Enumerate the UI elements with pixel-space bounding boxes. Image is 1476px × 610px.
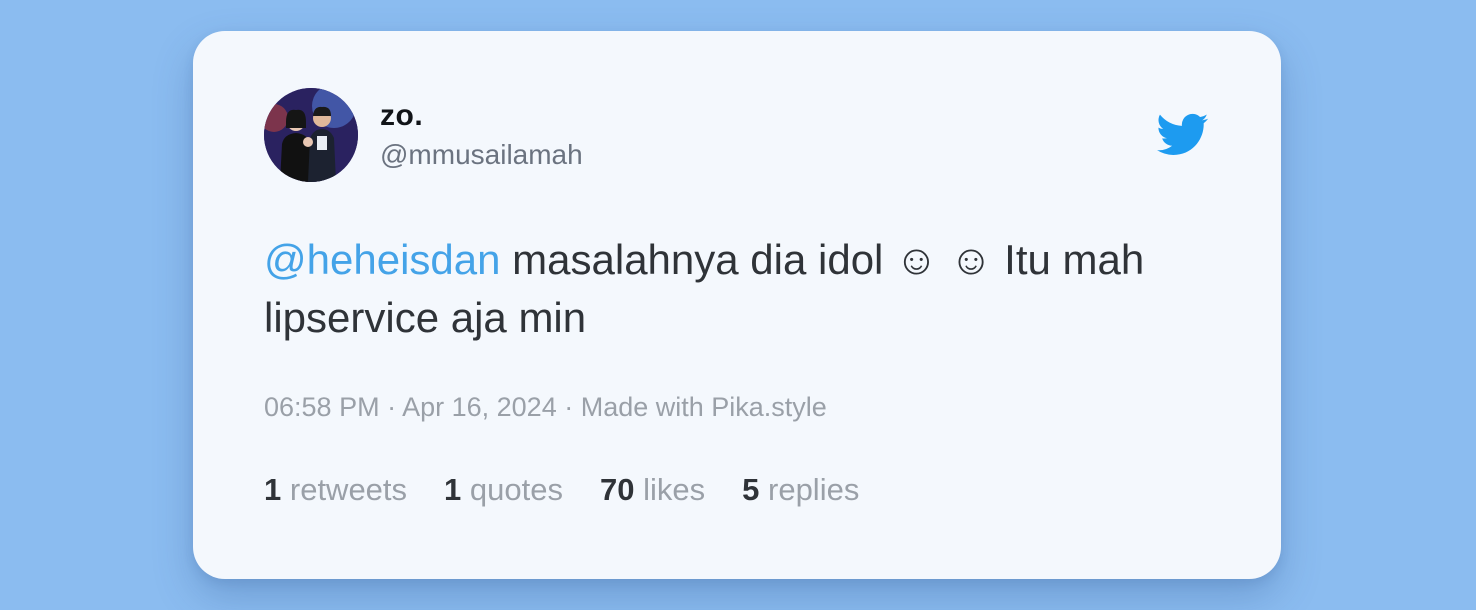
user-display-name[interactable]: zo. (380, 99, 423, 133)
meta-separator: · (379, 392, 403, 422)
stat-count: 5 (742, 472, 760, 507)
tweet-time: 06:58 PM (264, 392, 380, 422)
stat-label: likes (643, 472, 706, 507)
stat-count: 1 (444, 472, 462, 507)
meta-separator: · (556, 392, 581, 422)
stat-replies[interactable]: 5 replies (742, 472, 859, 508)
stat-retweets[interactable]: 1 retweets (264, 472, 407, 508)
stat-count: 70 (600, 472, 635, 507)
stat-count: 1 (264, 472, 282, 507)
stat-likes[interactable]: 70 likes (600, 472, 705, 508)
avatar[interactable] (264, 88, 358, 182)
stat-label: retweets (289, 472, 408, 507)
tweet-card: zo. @mmusailamah @heheisdan masalahnya d… (193, 31, 1281, 579)
tweet-date: Apr 16, 2024 (402, 392, 557, 422)
user-handle[interactable]: @mmusailamah (380, 139, 583, 171)
stat-label: quotes (469, 472, 563, 507)
tweet-meta: 06:58 PM · Apr 16, 2024 · Made with Pika… (264, 392, 827, 423)
avatar-photo (264, 88, 358, 182)
stat-label: replies (768, 472, 860, 507)
tweet-stats: 1 retweets 1 quotes 70 likes 5 replies (264, 472, 896, 508)
stat-quotes[interactable]: 1 quotes (444, 472, 563, 508)
tweet-body: @heheisdan masalahnya dia idol ☺︎ ☺︎ Itu… (264, 231, 1224, 347)
mention-link[interactable]: @heheisdan (264, 236, 500, 283)
twitter-bird-icon[interactable] (1157, 113, 1209, 159)
made-with-credit[interactable]: Made with Pika.style (581, 392, 827, 422)
